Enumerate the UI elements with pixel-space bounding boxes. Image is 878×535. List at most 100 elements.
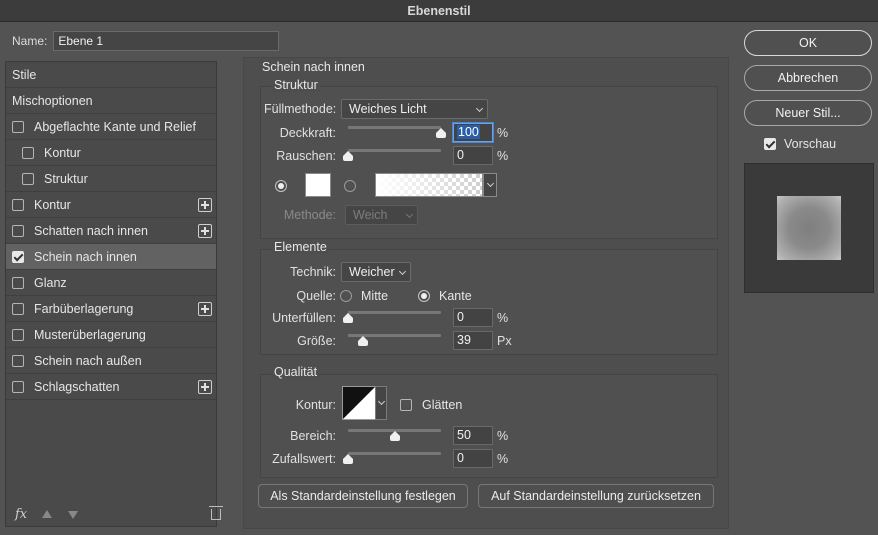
- style-item-11[interactable]: Schein nach außen: [6, 348, 216, 374]
- move-up-icon[interactable]: [42, 510, 52, 518]
- style-checkbox[interactable]: [12, 276, 24, 289]
- preview-toggle[interactable]: Vorschau: [764, 137, 836, 151]
- style-item-3[interactable]: Kontur: [6, 140, 216, 166]
- new-style-button[interactable]: Neuer Stil...: [744, 100, 872, 126]
- range-input[interactable]: 50: [453, 426, 493, 445]
- jitter-slider-thumb[interactable]: [342, 454, 354, 464]
- style-item-label: Schatten nach innen: [34, 223, 148, 238]
- noise-input[interactable]: 0: [453, 146, 493, 165]
- style-item-7[interactable]: Schein nach innen: [6, 244, 216, 270]
- contour-thumbnail[interactable]: [342, 386, 376, 420]
- source-edge-label: Kante: [439, 289, 472, 303]
- name-label: Name:: [12, 34, 48, 48]
- technique-select[interactable]: Weicher: [341, 262, 411, 282]
- style-item-4[interactable]: Struktur: [6, 166, 216, 192]
- style-item-label: Farbüberlagerung: [34, 301, 134, 316]
- gradient-dropdown[interactable]: [483, 173, 497, 197]
- jitter-input[interactable]: 0: [453, 449, 493, 468]
- range-slider-thumb[interactable]: [389, 431, 401, 441]
- name-input[interactable]: [53, 31, 280, 51]
- style-item-9[interactable]: Farbüberlagerung: [6, 296, 216, 322]
- style-item-6[interactable]: Schatten nach innen: [6, 218, 216, 244]
- antialias-checkbox[interactable]: [400, 399, 412, 411]
- opacity-label: Deckkraft:: [279, 126, 336, 140]
- style-item-label: Mischoptionen: [12, 93, 93, 108]
- style-item-0[interactable]: Stile: [6, 62, 216, 88]
- style-item-2[interactable]: Abgeflachte Kante und Relief: [6, 114, 216, 140]
- opacity-slider[interactable]: [348, 126, 441, 129]
- style-item-1[interactable]: Mischoptionen: [6, 88, 216, 114]
- fx-icon[interactable]: fx: [15, 507, 27, 522]
- preview-checkbox[interactable]: [764, 138, 776, 150]
- contour-label: Kontur:: [295, 398, 336, 412]
- chevron-down-icon: [475, 104, 484, 113]
- glow-color-swatch[interactable]: [305, 173, 331, 197]
- style-checkbox[interactable]: [12, 198, 24, 211]
- size-unit: Px: [497, 334, 512, 348]
- style-item-label: Schein nach innen: [34, 249, 137, 264]
- gradient-swatch[interactable]: [375, 173, 483, 197]
- style-checkbox[interactable]: [12, 302, 24, 315]
- style-item-5[interactable]: Kontur: [6, 192, 216, 218]
- noise-label: Rauschen:: [276, 149, 336, 163]
- chevron-down-icon: [377, 397, 386, 406]
- ok-button[interactable]: OK: [744, 30, 872, 56]
- style-item-label: Musterüberlagerung: [34, 327, 146, 342]
- cancel-button[interactable]: Abbrechen: [744, 65, 872, 91]
- source-center-radio[interactable]: [340, 290, 352, 302]
- structure-title: Struktur: [272, 78, 320, 92]
- contour-dropdown[interactable]: [375, 386, 387, 420]
- style-checkbox[interactable]: [12, 380, 24, 393]
- style-checkbox[interactable]: [12, 354, 24, 367]
- choke-slider-thumb[interactable]: [342, 313, 354, 323]
- style-item-12[interactable]: Schlagschatten: [6, 374, 216, 400]
- noise-unit: %: [497, 149, 509, 163]
- opacity-value: 100: [457, 125, 480, 139]
- add-effect-icon[interactable]: [198, 224, 212, 238]
- technique-value: Weicher: [349, 265, 395, 279]
- choke-slider[interactable]: [348, 311, 441, 314]
- method-select[interactable]: Weich: [345, 205, 418, 225]
- method-value: Weich: [353, 208, 388, 222]
- blend-mode-select[interactable]: Weiches Licht: [341, 99, 488, 119]
- style-item-8[interactable]: Glanz: [6, 270, 216, 296]
- style-checkbox[interactable]: [22, 172, 34, 185]
- noise-slider[interactable]: [348, 149, 441, 152]
- preview-label: Vorschau: [784, 137, 837, 151]
- jitter-slider[interactable]: [348, 452, 441, 455]
- method-label: Methode:: [283, 208, 336, 222]
- move-down-icon[interactable]: [68, 511, 78, 519]
- make-default-button[interactable]: Als Standardeinstellung festlegen: [258, 484, 468, 508]
- window-title: Ebenenstil: [0, 0, 878, 22]
- size-input[interactable]: 39: [453, 331, 493, 350]
- style-checkbox[interactable]: [12, 328, 24, 341]
- style-checkbox[interactable]: [12, 250, 24, 263]
- style-item-label: Kontur: [34, 197, 71, 212]
- style-item-10[interactable]: Musterüberlagerung: [6, 322, 216, 348]
- source-edge-radio[interactable]: [418, 290, 430, 302]
- gradient-radio[interactable]: [344, 180, 356, 192]
- size-slider-thumb[interactable]: [357, 336, 369, 346]
- noise-slider-thumb[interactable]: [342, 151, 354, 161]
- add-effect-icon[interactable]: [198, 302, 212, 316]
- choke-unit: %: [497, 311, 509, 325]
- style-item-label: Schlagschatten: [34, 379, 120, 394]
- add-effect-icon[interactable]: [198, 198, 212, 212]
- style-checkbox[interactable]: [12, 120, 24, 133]
- chevron-down-icon: [486, 179, 495, 188]
- source-center-label: Mitte: [361, 289, 389, 303]
- style-item-label: Schein nach außen: [34, 353, 142, 368]
- inner-glow-panel: Schein nach innen Struktur Füllmethode: …: [243, 57, 729, 529]
- style-item-label: Abgeflachte Kante und Relief: [34, 119, 196, 134]
- style-preview: [744, 163, 874, 293]
- style-checkbox[interactable]: [12, 224, 24, 237]
- quality-title: Qualität: [272, 365, 320, 379]
- style-checkbox[interactable]: [22, 146, 34, 159]
- reset-default-button[interactable]: Auf Standardeinstellung zurücksetzen: [478, 484, 714, 508]
- add-effect-icon[interactable]: [198, 380, 212, 394]
- color-radio[interactable]: [275, 180, 287, 192]
- choke-input[interactable]: 0: [453, 308, 493, 327]
- opacity-slider-thumb[interactable]: [435, 128, 447, 138]
- opacity-input[interactable]: 100: [453, 123, 493, 142]
- trash-icon[interactable]: [209, 506, 223, 520]
